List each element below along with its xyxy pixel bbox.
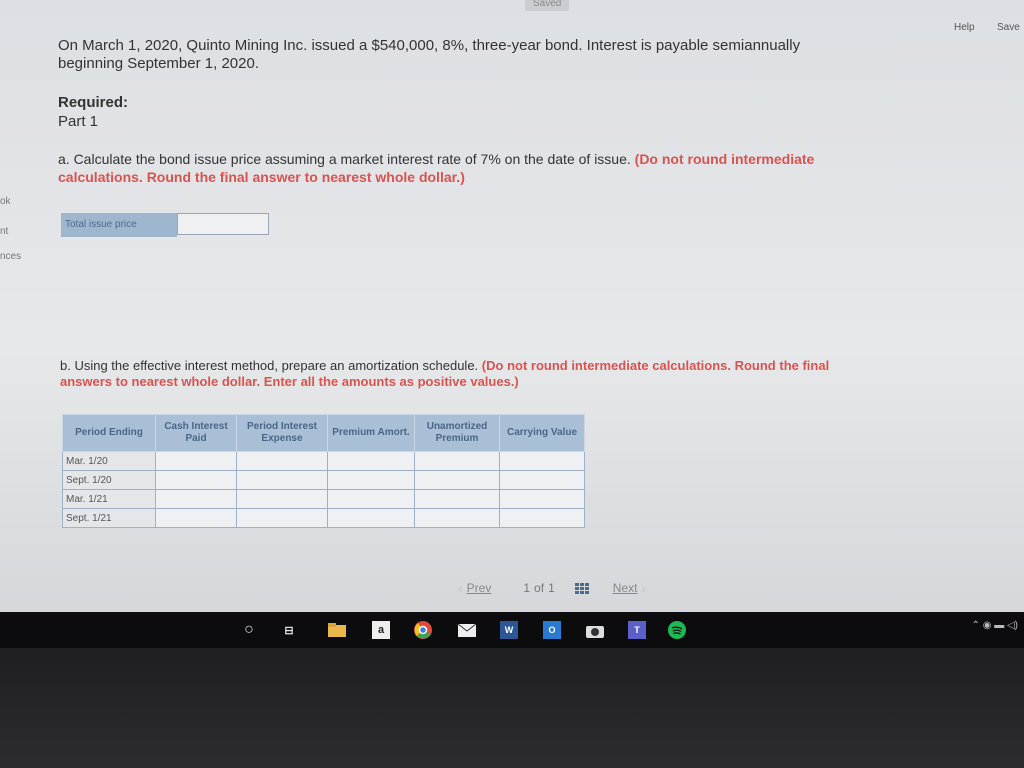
part-label: Part 1 xyxy=(58,113,99,130)
period-cell: Mar. 1/21 xyxy=(62,489,156,509)
total-issue-price-label: Total issue price xyxy=(61,213,177,237)
period-cell: Sept. 1/20 xyxy=(62,470,156,490)
cash-interest-input[interactable] xyxy=(155,470,237,490)
prev-button[interactable]: Prev xyxy=(467,581,492,595)
table-row: Sept. 1/21 xyxy=(62,508,585,528)
table-row: Sept. 1/20 xyxy=(62,470,585,490)
premium-amort-input[interactable] xyxy=(327,470,415,490)
sidebar-fragment: nt xyxy=(0,226,9,237)
camera-icon[interactable] xyxy=(586,621,604,639)
column-header: Unamortized Premium xyxy=(414,414,500,452)
required-heading: Required: xyxy=(58,94,129,111)
page-of-label: of xyxy=(534,581,545,595)
premium-amort-input[interactable] xyxy=(327,489,415,509)
cortana-circle-icon[interactable]: ○ xyxy=(240,621,258,639)
grid-view-icon[interactable] xyxy=(574,582,589,594)
period-cell: Mar. 1/20 xyxy=(62,451,156,471)
part-b-question: b. Using the effective interest method, … xyxy=(60,358,880,390)
table-row: Mar. 1/21 xyxy=(62,489,585,509)
column-header: Cash Interest Paid xyxy=(155,414,237,452)
system-tray[interactable]: ⌃ ◉ ▬ ◁) xyxy=(972,620,1018,631)
cash-interest-input[interactable] xyxy=(155,508,237,528)
table-header-row: Period Ending Cash Interest Paid Period … xyxy=(62,414,585,452)
cash-interest-input[interactable] xyxy=(155,451,237,471)
interest-expense-input[interactable] xyxy=(236,489,328,509)
premium-amort-input[interactable] xyxy=(327,451,415,471)
page-current: 1 xyxy=(523,581,531,595)
total-issue-price-input[interactable] xyxy=(177,213,269,235)
amortization-schedule-table: Period Ending Cash Interest Paid Period … xyxy=(62,414,585,528)
teams-icon[interactable]: T xyxy=(628,621,646,639)
period-cell: Sept. 1/21 xyxy=(62,508,156,528)
carrying-value-input[interactable] xyxy=(499,489,585,509)
save-link[interactable]: Save xyxy=(997,22,1020,33)
part-a-text: a. Calculate the bond issue price assumi… xyxy=(58,151,631,167)
column-header: Carrying Value xyxy=(499,414,585,452)
part-b-text: b. Using the effective interest method, … xyxy=(60,358,479,373)
windows-taskbar: ○ ⊟ a W O T ⌃ ◉ ▬ ◁) xyxy=(0,612,1024,648)
next-button[interactable]: Next xyxy=(613,581,638,595)
total-issue-price-row: Total issue price xyxy=(61,213,269,237)
unamortized-premium-input[interactable] xyxy=(414,508,500,528)
outlook-icon[interactable]: O xyxy=(543,621,561,639)
pagination: ‹ Prev 1 of 1 Next › xyxy=(458,580,646,596)
amazon-icon[interactable]: a xyxy=(372,621,390,639)
problem-statement: On March 1, 2020, Quinto Mining Inc. iss… xyxy=(58,37,801,72)
column-header: Period Ending xyxy=(62,414,156,452)
cash-interest-input[interactable] xyxy=(155,489,237,509)
chevron-left-icon[interactable]: ‹ xyxy=(458,580,463,596)
task-view-icon[interactable]: ⊟ xyxy=(280,621,298,639)
mail-icon[interactable] xyxy=(458,621,476,639)
interest-expense-input[interactable] xyxy=(236,451,328,471)
column-header: Premium Amort. xyxy=(327,414,415,452)
file-explorer-icon[interactable] xyxy=(328,621,346,639)
premium-amort-input[interactable] xyxy=(327,508,415,528)
word-icon[interactable]: W xyxy=(500,621,518,639)
carrying-value-input[interactable] xyxy=(499,470,585,490)
sidebar-fragment: ok xyxy=(0,196,11,207)
browser-viewport: Saved Help Save ok nt nces On March 1, 2… xyxy=(0,0,1024,650)
carrying-value-input[interactable] xyxy=(499,451,585,471)
unamortized-premium-input[interactable] xyxy=(414,489,500,509)
interest-expense-input[interactable] xyxy=(236,470,328,490)
help-link[interactable]: Help xyxy=(954,22,975,33)
saved-indicator: Saved xyxy=(525,0,570,11)
chevron-right-icon[interactable]: › xyxy=(641,580,646,596)
laptop-bezel xyxy=(0,648,1024,768)
unamortized-premium-input[interactable] xyxy=(414,470,500,490)
sidebar-fragment: nces xyxy=(0,251,22,262)
required-section: Required: Part 1 xyxy=(58,93,128,131)
unamortized-premium-input[interactable] xyxy=(414,451,500,471)
column-header: Period Interest Expense xyxy=(236,414,328,452)
spotify-icon[interactable] xyxy=(668,621,686,639)
carrying-value-input[interactable] xyxy=(499,508,585,528)
part-a-question: a. Calculate the bond issue price assumi… xyxy=(58,150,838,186)
chrome-icon[interactable] xyxy=(414,621,432,639)
table-row: Mar. 1/20 xyxy=(62,451,585,471)
page-total: 1 xyxy=(548,581,555,595)
interest-expense-input[interactable] xyxy=(236,508,328,528)
